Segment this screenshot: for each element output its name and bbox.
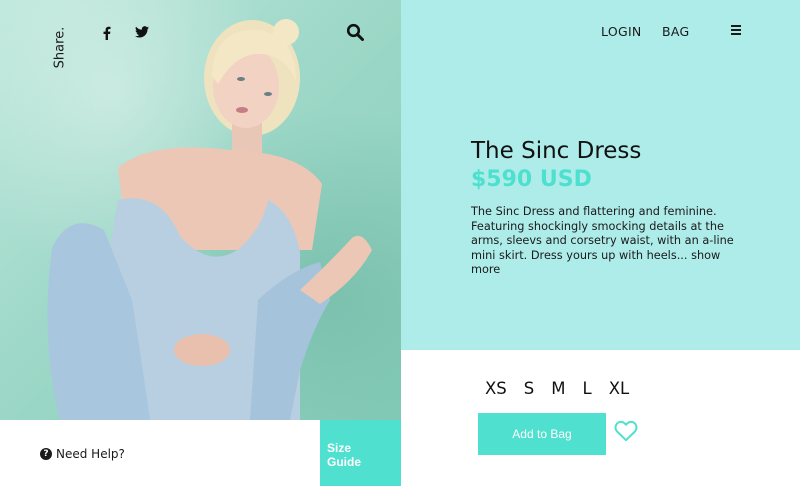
product-title: The Sinc Dress (471, 138, 642, 164)
size-option-m[interactable]: M (551, 379, 565, 398)
size-option-s[interactable]: S (524, 379, 534, 398)
top-nav: LOGIN BAG (401, 24, 800, 40)
size-guide-label: Size Guide (327, 441, 362, 469)
heart-icon[interactable] (614, 420, 638, 442)
product-price: $590 USD (471, 167, 592, 192)
product-description: The Sinc Dress and flattering and femini… (471, 205, 739, 278)
size-option-xs[interactable]: XS (485, 379, 507, 398)
hamburger-menu-icon[interactable] (731, 25, 743, 37)
size-selector: XS S M L XL (485, 379, 646, 398)
question-circle-icon: ? (40, 448, 52, 460)
search-icon[interactable] (346, 23, 366, 43)
purchase-panel: XS S M L XL Add to Bag (401, 350, 800, 486)
bag-link[interactable]: BAG (662, 24, 690, 39)
product-info-panel: LOGIN BAG The Sinc Dress $590 USD The Si… (401, 0, 800, 350)
facebook-icon[interactable] (102, 26, 118, 42)
login-link[interactable]: LOGIN (601, 24, 642, 39)
size-option-xl[interactable]: XL (609, 379, 630, 398)
twitter-icon[interactable] (135, 26, 151, 42)
size-guide-button[interactable]: Size Guide (320, 420, 401, 486)
add-to-bag-button[interactable]: Add to Bag (478, 413, 606, 455)
size-option-l[interactable]: L (583, 379, 592, 398)
product-photo: Share. (0, 0, 401, 420)
help-bar: ? Need Help? (0, 420, 320, 486)
share-label: Share. (52, 26, 68, 68)
need-help-label: Need Help? (56, 447, 125, 461)
need-help-link[interactable]: ? Need Help? (40, 447, 125, 461)
